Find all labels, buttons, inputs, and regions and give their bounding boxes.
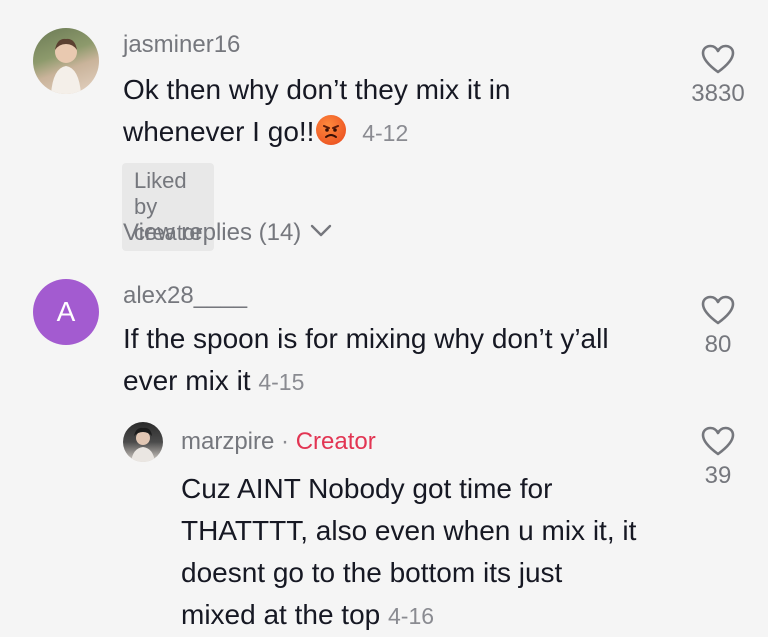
comment-line-2-text: whenever I go!! bbox=[123, 116, 315, 147]
username[interactable]: alex28____ bbox=[123, 282, 247, 310]
comment-date: 4-12 bbox=[362, 120, 409, 146]
like-button[interactable]: 3830 bbox=[682, 44, 754, 108]
comment-line-1: If the spoon is for mixing why don’t y’a… bbox=[123, 323, 609, 354]
like-count: 39 bbox=[704, 462, 732, 489]
avatar[interactable] bbox=[123, 422, 163, 462]
chevron-down-icon bbox=[310, 224, 332, 237]
comment-line-1: Ok then why don’t they mix it in bbox=[123, 74, 511, 105]
heart-icon bbox=[701, 295, 735, 325]
comment-line-3: doesnt go to the bottom its just bbox=[181, 557, 563, 588]
comment-line-2: ever mix it 4-15 bbox=[123, 360, 683, 403]
comment-line-2: THATTTT, also even when u mix it, it bbox=[181, 515, 637, 546]
avatar[interactable]: A bbox=[33, 279, 99, 345]
comment-date: 4-15 bbox=[258, 369, 305, 395]
profile-photo bbox=[51, 38, 81, 94]
like-button[interactable]: 39 bbox=[682, 426, 754, 490]
like-button[interactable]: 80 bbox=[682, 295, 754, 359]
comment-date: 4-16 bbox=[388, 603, 435, 629]
like-count: 80 bbox=[704, 331, 732, 358]
like-count: 3830 bbox=[691, 80, 745, 107]
heart-icon bbox=[701, 44, 735, 74]
comment-text: Cuz AINT Nobody got time for THATTTT, al… bbox=[181, 468, 681, 637]
username-row: marzpire · Creator bbox=[181, 428, 376, 456]
username[interactable]: jasminer16 bbox=[123, 31, 240, 59]
comment-line-2: whenever I go!! 4-12 bbox=[123, 111, 643, 154]
comment-line-4-text: mixed at the top bbox=[181, 599, 381, 630]
creator-badge: Creator bbox=[295, 428, 376, 455]
comment-text: If the spoon is for mixing why don’t y’a… bbox=[123, 318, 683, 403]
angry-face-emoji-icon bbox=[316, 115, 347, 145]
separator-dot: · bbox=[281, 428, 290, 455]
view-replies-label: View replies (14) bbox=[123, 219, 302, 246]
avatar[interactable] bbox=[33, 28, 99, 94]
comment-text: Ok then why don’t they mix it in wheneve… bbox=[123, 69, 643, 154]
heart-icon bbox=[701, 426, 735, 456]
comment-line-1: Cuz AINT Nobody got time for bbox=[181, 473, 553, 504]
comment-line-2-text: ever mix it bbox=[123, 365, 251, 396]
view-replies-button[interactable]: View replies (14) bbox=[123, 219, 332, 247]
comment-line-4: mixed at the top 4-16 bbox=[181, 594, 681, 637]
profile-photo bbox=[131, 427, 155, 462]
avatar-letter: A bbox=[56, 296, 76, 327]
username[interactable]: marzpire bbox=[181, 428, 274, 455]
